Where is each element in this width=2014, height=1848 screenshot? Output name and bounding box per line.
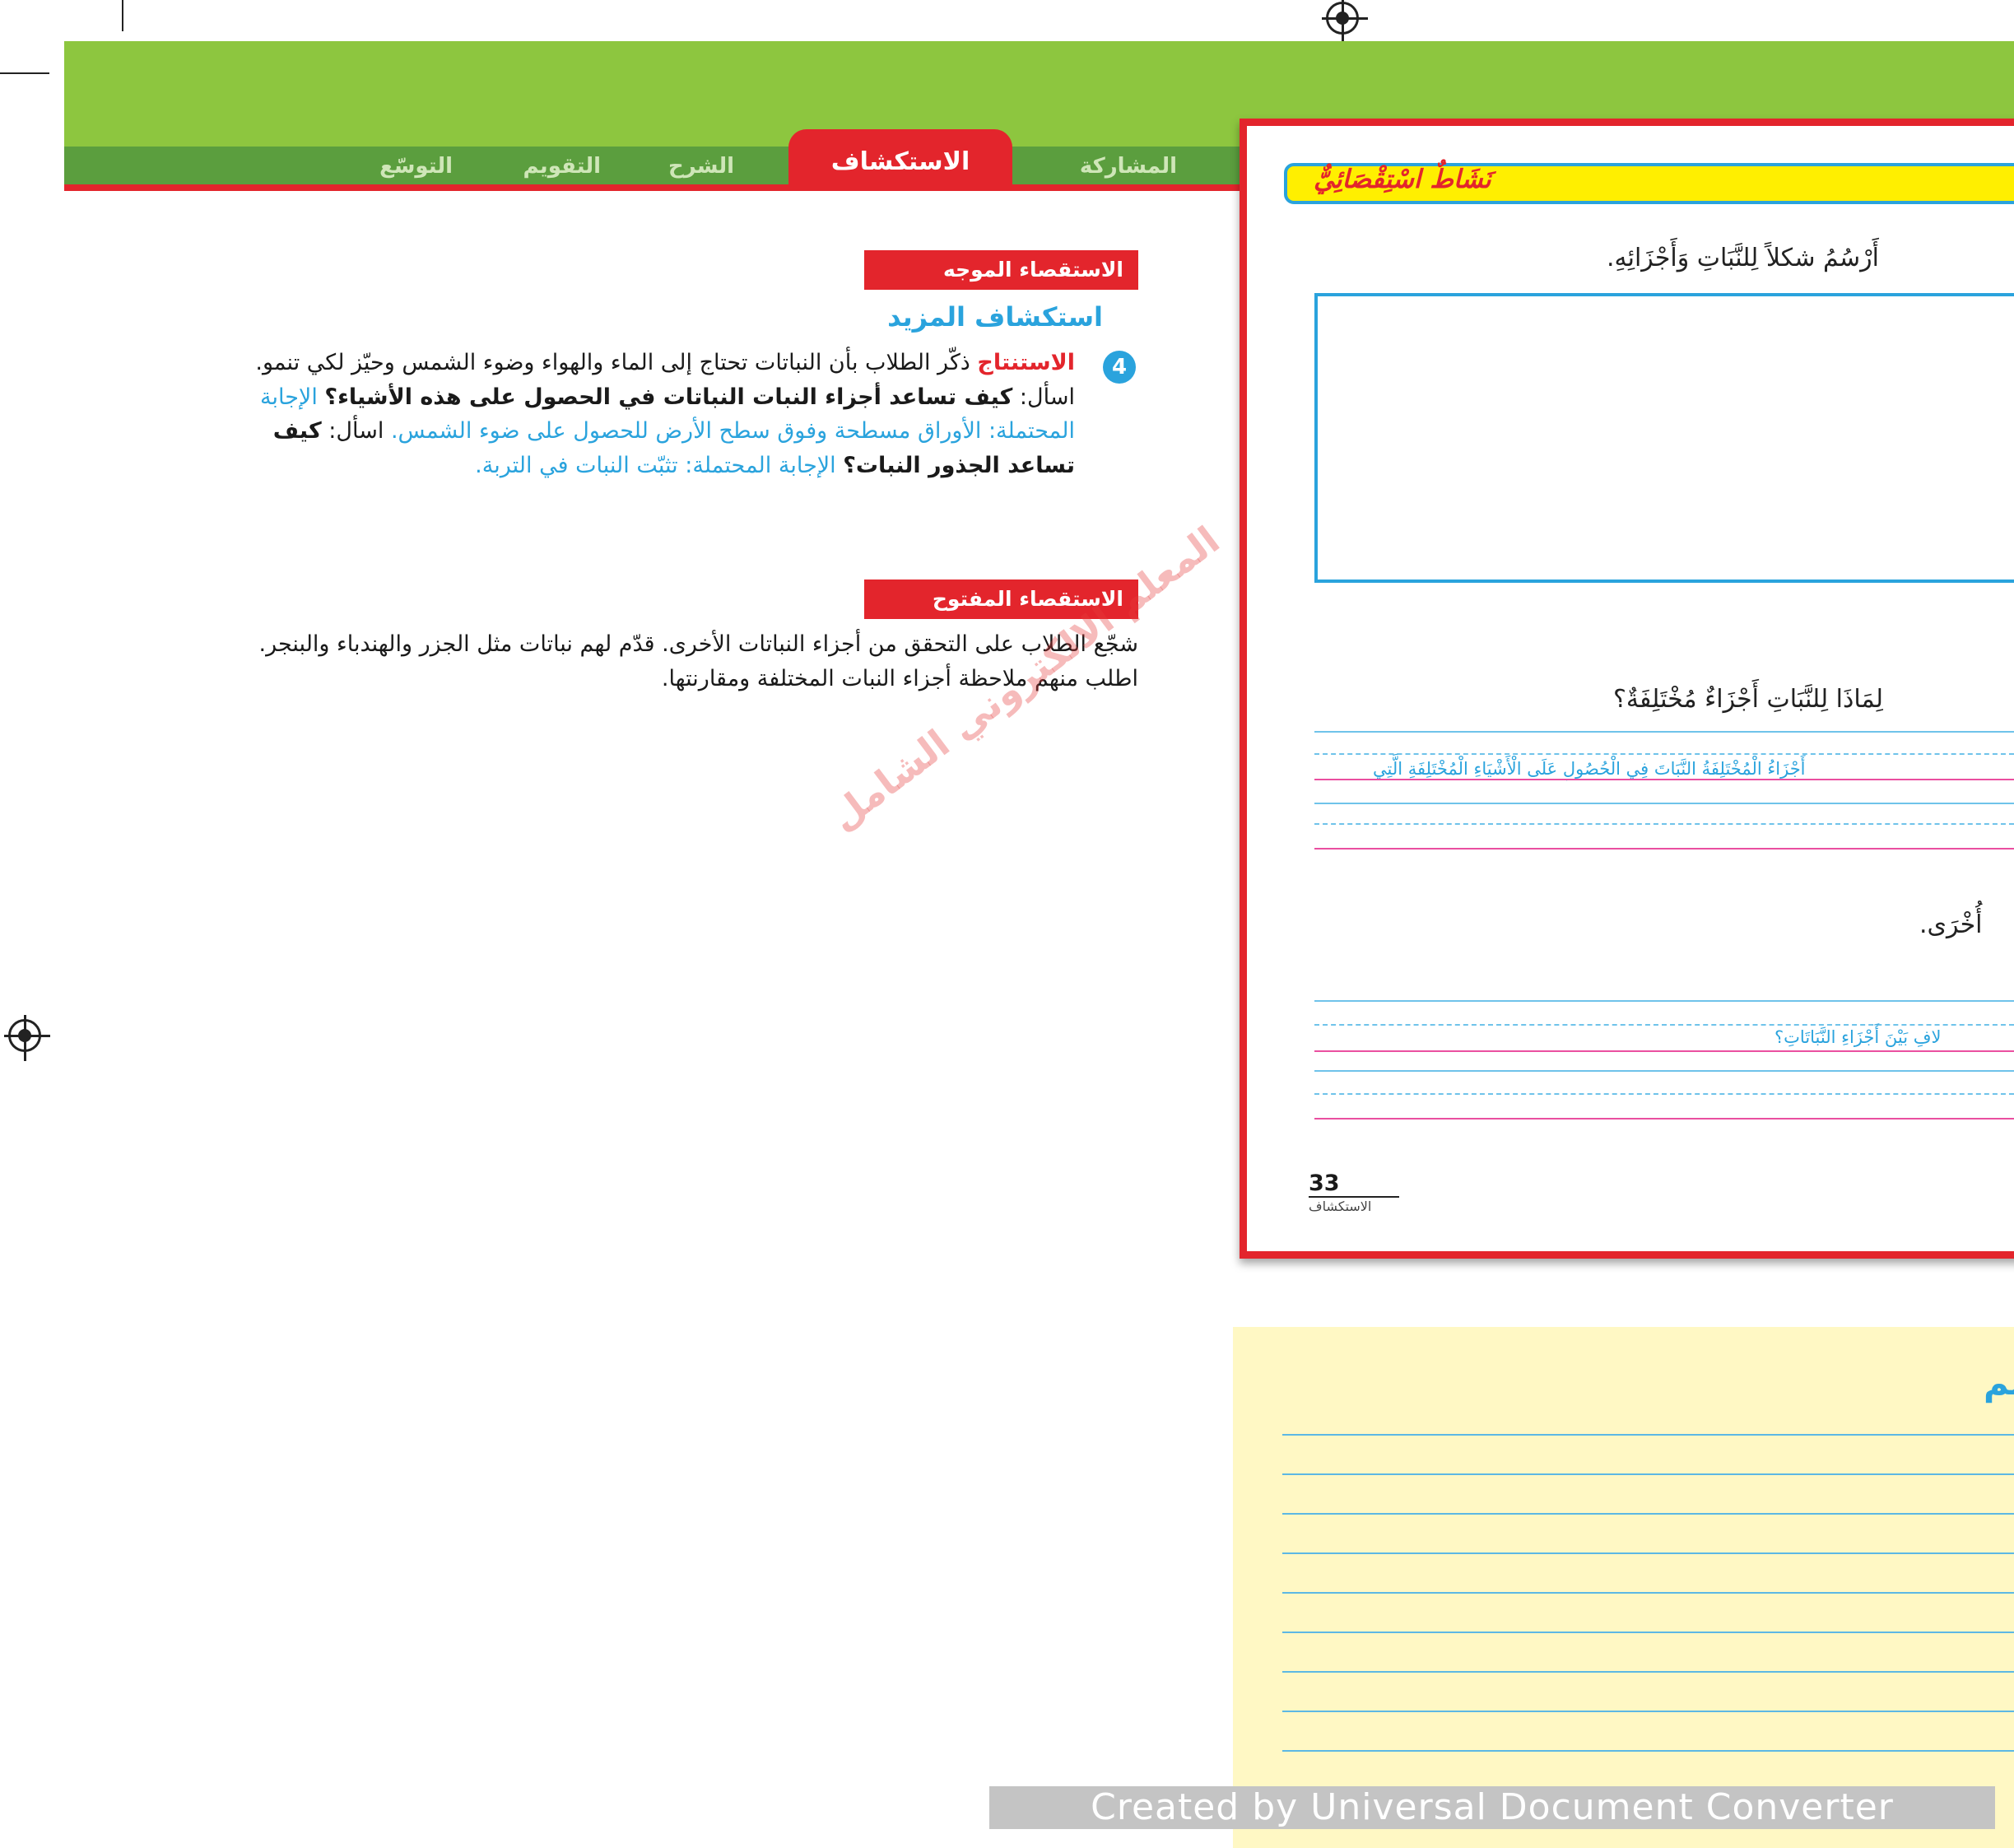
registration-mark-icon: [1322, 0, 1368, 44]
notes-line: [1282, 1592, 2014, 1594]
crop-mark-horizontal: [0, 72, 49, 74]
notes-title: علم: [1984, 1362, 2014, 1403]
tab-engage[interactable]: المشاركة: [1045, 151, 1177, 181]
notes-line: [1282, 1632, 2014, 1633]
notes-line: [1282, 1473, 2014, 1475]
writing-line: [1314, 803, 2014, 804]
watermark-text: المعلم الالكتروني الشامل: [821, 517, 1228, 840]
answer-2: الإجابة المحتملة: تثبّت النبات في التربة…: [475, 452, 836, 478]
item-number-badge: 4: [1103, 351, 1136, 384]
writing-line: [1314, 1070, 2014, 1072]
writing-line: [1314, 1118, 2014, 1120]
notes-line: [1282, 1671, 2014, 1673]
notes-line: [1282, 1513, 2014, 1515]
notes-line: [1282, 1552, 2014, 1554]
writing-line: [1314, 1000, 2014, 1002]
writing-line: [1314, 1024, 2014, 1026]
tab-explore[interactable]: الاستكشاف: [788, 129, 1012, 191]
tab-evaluate[interactable]: التقويم: [494, 151, 601, 181]
notes-line: [1282, 1750, 2014, 1752]
notes-line: [1282, 1434, 2014, 1436]
page-label: الاستكشاف: [1309, 1199, 1372, 1214]
page-number: 33: [1309, 1171, 1399, 1198]
writing-line: [1314, 731, 2014, 733]
explore-more-heading: استكشاف المزيد: [887, 301, 1103, 333]
tab-explain[interactable]: الشرح: [642, 151, 734, 181]
question-1: كيف تساعد أجزاء النبات النباتات في الحصو…: [324, 384, 1013, 410]
guided-inquiry-label: الاستقصاء الموجه: [864, 250, 1138, 290]
guided-inquiry-body: الاستنتاج ذكّر الطلاب بأن النباتات تحتاج…: [244, 346, 1075, 482]
written-answer-2: لافِ بَيْنَ أَجْزَاءِ النَّبَاتَاتِ؟: [1774, 1027, 1942, 1047]
conclusion-keyword: الاستنتاج: [977, 350, 1075, 375]
question-parts: لِمَاذَا لِلنَّبَاتِ أَجْزَاءٌ مُخْتَلِف…: [1613, 685, 1883, 714]
converter-watermark: Created by Universal Document Converter: [989, 1786, 1995, 1829]
crop-mark-vertical: [122, 0, 123, 31]
written-answer-1: أَجْزَاءُ الْمُخْتَلِفَةُ النَّبَاتَ فِي…: [1373, 759, 1806, 779]
writing-line: [1314, 753, 2014, 755]
draw-instruction: أَرْسُمُ شكلاً لِلنَّبَاتِ وَأَجْزَائِهِ…: [1607, 244, 1879, 272]
question-2-fragment: أُخْرَى.: [1919, 910, 1983, 939]
drawing-box[interactable]: [1314, 293, 2014, 583]
writing-line: [1314, 1093, 2014, 1095]
tab-extend[interactable]: التوسّع: [346, 151, 453, 181]
writing-line: [1314, 1050, 2014, 1052]
activity-title: نَشَاطٌ اسْتِقْصَائِيٌّ: [1314, 165, 1491, 194]
notes-panel: [1233, 1327, 2014, 1848]
writing-line: [1314, 779, 2014, 780]
writing-line: [1314, 848, 2014, 850]
registration-mark-icon: [4, 1015, 50, 1061]
writing-line: [1314, 823, 2014, 825]
notes-line: [1282, 1711, 2014, 1712]
ask-2: اسأل:: [328, 418, 384, 444]
